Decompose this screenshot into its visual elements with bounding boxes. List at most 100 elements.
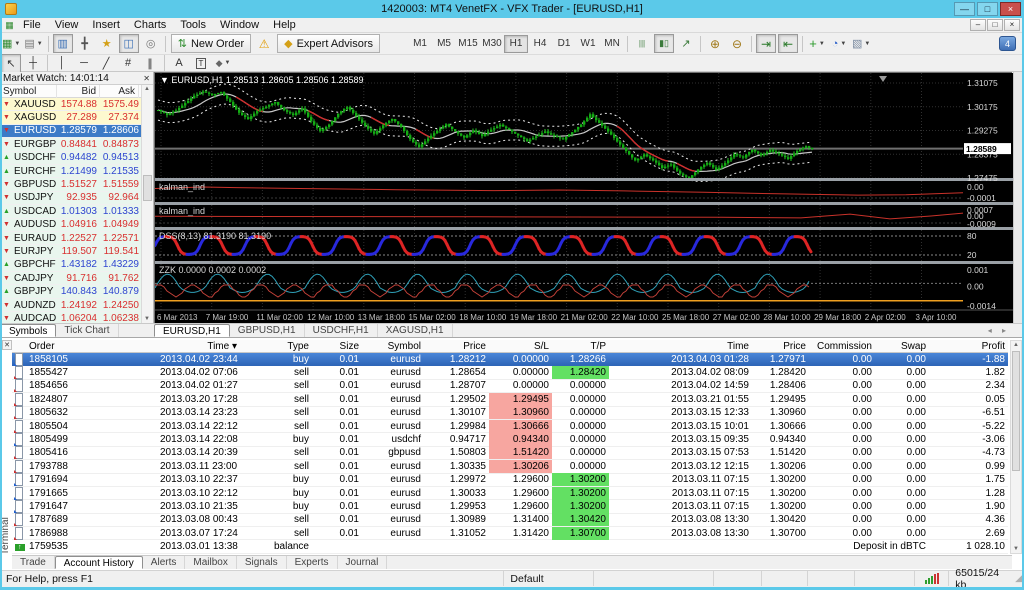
symbol-row-usdchf[interactable]: ▲USDCHF0.944820.94513 bbox=[0, 152, 142, 165]
terminal-button[interactable]: ◫ bbox=[119, 34, 139, 53]
history-row[interactable]: 17916942013.03.10 22:37buy0.01eurusd1.29… bbox=[12, 474, 1008, 487]
strategy-tester-button[interactable]: ◎ bbox=[141, 34, 161, 53]
fibonacci-button[interactable]: # bbox=[118, 54, 138, 73]
chart-tab-usdchf-h1[interactable]: USDCHF,H1 bbox=[305, 324, 378, 337]
column-price[interactable]: Price bbox=[424, 341, 489, 352]
scrollbar-thumb[interactable] bbox=[143, 175, 152, 201]
tab-scroll-arrows[interactable]: ◂ ▸ bbox=[988, 326, 1010, 335]
column-time-close[interactable]: Time bbox=[609, 341, 752, 352]
menu-item-charts[interactable]: Charts bbox=[127, 19, 173, 31]
history-row[interactable]: 17916472013.03.10 21:35buy0.01eurusd1.29… bbox=[12, 500, 1008, 513]
timeframe-w1[interactable]: W1 bbox=[576, 35, 600, 53]
menu-item-insert[interactable]: Insert bbox=[85, 19, 127, 31]
cursor-button[interactable]: ↖ bbox=[1, 54, 21, 73]
new-order-button[interactable]: ⇅New Order bbox=[171, 34, 251, 53]
history-row[interactable]: 18248072013.03.20 17:28sell0.01eurusd1.2… bbox=[12, 393, 1008, 406]
column-time[interactable]: Time ▾ bbox=[157, 341, 240, 352]
symbol-row-audcad[interactable]: ▼AUDCAD1.062041.06238 bbox=[0, 312, 142, 323]
symbol-row-xauusd[interactable]: ▼XAUUSD1574.881575.49 bbox=[0, 98, 142, 111]
timeframe-mn[interactable]: MN bbox=[600, 35, 624, 53]
terminal-scrollbar[interactable]: ▲ ▼ bbox=[1010, 340, 1022, 554]
column-ask[interactable]: Ask bbox=[100, 85, 139, 98]
community-notifications-icon[interactable]: 4 bbox=[999, 36, 1016, 51]
column-tp[interactable]: T/P bbox=[552, 341, 609, 352]
tab-symbols[interactable]: Symbols bbox=[0, 324, 56, 337]
column-sl[interactable]: S/L bbox=[489, 341, 552, 352]
horizontal-line-button[interactable]: ─ bbox=[74, 54, 94, 73]
scroll-down-icon[interactable]: ▼ bbox=[1013, 546, 1019, 552]
symbol-row-audusd[interactable]: ▼AUDUSD1.049161.04949 bbox=[0, 219, 142, 232]
restore-button[interactable]: □ bbox=[977, 2, 998, 16]
scrollbar-thumb[interactable] bbox=[1012, 351, 1020, 471]
timeframe-m15[interactable]: M15 bbox=[456, 35, 480, 53]
menu-item-view[interactable]: View bbox=[48, 19, 86, 31]
balance-row[interactable]: ↑17595352013.03.01 13:38balanceDeposit i… bbox=[12, 540, 1008, 553]
candlestick-chart-button[interactable]: ▮▯ bbox=[654, 34, 674, 53]
chart-tab-xagusd-h1[interactable]: XAGUSD,H1 bbox=[378, 324, 453, 337]
column-price-close[interactable]: Price bbox=[752, 341, 809, 352]
symbol-row-eurgbp[interactable]: ▼EURGBP0.848410.84873 bbox=[0, 138, 142, 151]
data-window-button[interactable]: ╋ bbox=[75, 34, 95, 53]
symbol-row-gbpjpy[interactable]: ▲GBPJPY140.843140.879 bbox=[0, 285, 142, 298]
history-row[interactable]: 17937882013.03.11 23:00sell0.01eurusd1.3… bbox=[12, 460, 1008, 473]
column-size[interactable]: Size bbox=[312, 341, 362, 352]
auto-scroll-button[interactable]: ⇥ bbox=[756, 34, 776, 53]
chart-close-button[interactable]: × bbox=[1004, 19, 1020, 31]
vertical-line-button[interactable]: │ bbox=[52, 54, 72, 73]
chart-minimize-button[interactable]: – bbox=[970, 19, 986, 31]
timeframe-m1[interactable]: M1 bbox=[408, 35, 432, 53]
menu-item-tools[interactable]: Tools bbox=[173, 19, 213, 31]
scroll-up-icon[interactable]: ▲ bbox=[144, 86, 150, 92]
chart-canvas[interactable]: 1.310751.301751.292751.283751.274751.285… bbox=[154, 72, 1012, 323]
navigator-button[interactable]: ★ bbox=[97, 34, 117, 53]
bar-chart-button[interactable]: ||| bbox=[632, 34, 652, 53]
symbol-row-eurchf[interactable]: ▲EURCHF1.214991.21535 bbox=[0, 165, 142, 178]
column-type[interactable]: Type bbox=[240, 341, 312, 352]
terminal-close-icon[interactable]: ✕ bbox=[2, 340, 12, 350]
arrows-button[interactable]: ◆▼ bbox=[213, 54, 233, 73]
menu-item-file[interactable]: File bbox=[16, 19, 48, 31]
chart-shift-button[interactable]: ⇤ bbox=[778, 34, 798, 53]
timeframe-h4[interactable]: H4 bbox=[528, 35, 552, 53]
history-row[interactable]: 18054992013.03.14 22:08buy0.01usdchf0.94… bbox=[12, 433, 1008, 446]
profiles-button[interactable]: ▤▼ bbox=[23, 34, 43, 53]
column-profit-close[interactable]: Profit bbox=[929, 341, 1008, 352]
periods-button[interactable]: ◔▼ bbox=[829, 34, 849, 53]
indicators-button[interactable]: +▼ bbox=[807, 34, 827, 53]
timeframe-m30[interactable]: M30 bbox=[480, 35, 504, 53]
history-row[interactable]: 18056322013.03.14 23:23sell0.01eurusd1.3… bbox=[12, 407, 1008, 420]
symbol-row-xagusd[interactable]: ▼XAGUSD27.28927.374 bbox=[0, 111, 142, 124]
menu-item-window[interactable]: Window bbox=[213, 19, 266, 31]
expert-advisors-button[interactable]: ◆Expert Advisors bbox=[277, 34, 380, 53]
status-profile[interactable]: Default bbox=[504, 571, 594, 586]
terminal-tab-signals[interactable]: Signals bbox=[237, 556, 287, 569]
terminal-tab-experts[interactable]: Experts bbox=[287, 556, 338, 569]
history-row[interactable]: 17876892013.03.08 00:43sell0.01eurusd1.3… bbox=[12, 514, 1008, 527]
chart-tab-eurusd-h1[interactable]: EURUSD,H1 bbox=[154, 324, 230, 337]
timeframe-d1[interactable]: D1 bbox=[552, 35, 576, 53]
scroll-down-icon[interactable]: ▼ bbox=[144, 316, 150, 322]
zoom-in-button[interactable]: ⊕ bbox=[705, 34, 725, 53]
symbol-row-eurjpy[interactable]: ▼EURJPY119.507119.541 bbox=[0, 245, 142, 258]
terminal-tab-account-history[interactable]: Account History bbox=[55, 556, 143, 569]
chart-tab-gbpusd-h1[interactable]: GBPUSD,H1 bbox=[230, 324, 305, 337]
channel-button[interactable]: ∥ bbox=[140, 54, 160, 73]
symbol-row-gbpchf[interactable]: ▲GBPCHF1.431821.43229 bbox=[0, 259, 142, 272]
terminal-tab-alerts[interactable]: Alerts bbox=[143, 556, 186, 569]
trendline-button[interactable]: ╱ bbox=[96, 54, 116, 73]
important-notice-icon[interactable]: ⚠ bbox=[254, 34, 274, 53]
text-label-button[interactable]: T bbox=[191, 54, 211, 73]
history-row[interactable]: 17869882013.03.07 17:24sell0.01eurusd1.3… bbox=[12, 527, 1008, 540]
history-row[interactable]: 17916652013.03.10 22:12buy0.01eurusd1.30… bbox=[12, 487, 1008, 500]
column-swap-close[interactable]: Swap bbox=[875, 341, 929, 352]
market-watch-button[interactable]: ▥ bbox=[53, 34, 73, 53]
symbol-row-gbpusd[interactable]: ▼GBPUSD1.515271.51559 bbox=[0, 178, 142, 191]
column-symbol[interactable]: Symbol bbox=[362, 341, 424, 352]
market-watch-scrollbar[interactable]: ▲ ▼ bbox=[141, 85, 153, 323]
scroll-up-icon[interactable]: ▲ bbox=[1013, 342, 1019, 348]
timeframe-m5[interactable]: M5 bbox=[432, 35, 456, 53]
column-symbol[interactable]: Symbol bbox=[0, 85, 57, 98]
line-chart-button[interactable]: ↗ bbox=[676, 34, 696, 53]
symbol-row-eurusd[interactable]: ▼EURUSD1.285791.28606 bbox=[0, 125, 142, 138]
terminal-tab-mailbox[interactable]: Mailbox bbox=[185, 556, 236, 569]
